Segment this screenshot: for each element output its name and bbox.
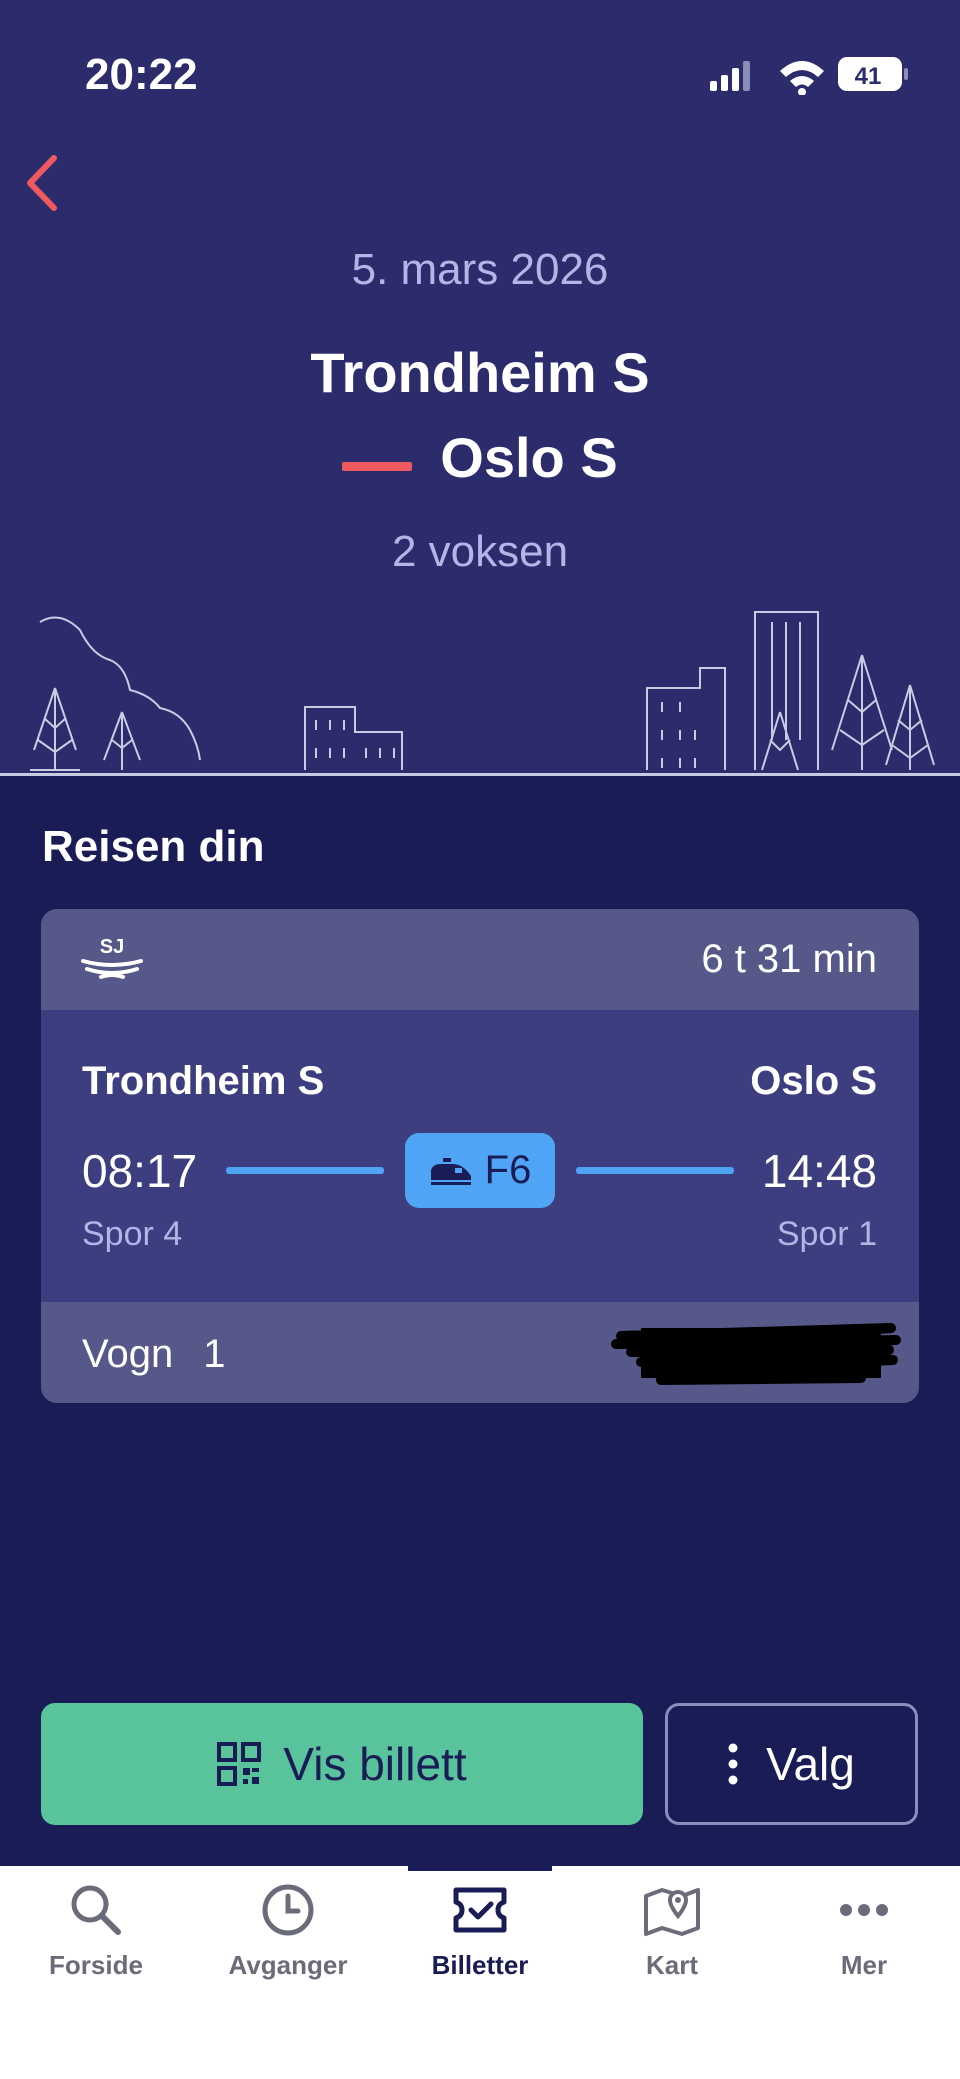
active-tab-indicator [408,1866,552,1871]
route-line-left [226,1167,384,1174]
tab-label: Avganger [228,1950,348,1980]
sj-logo: SJ [81,936,143,979]
tab-avganger[interactable]: Avganger [192,1880,384,1990]
departure-time: 08:17 [82,1145,198,1197]
more-icon [840,1904,888,1916]
qr-code-icon [217,1742,262,1786]
more-vertical-icon [728,1743,738,1785]
route-line-right [576,1167,734,1174]
horizon-divider [0,773,960,776]
options-button[interactable]: Valg [665,1703,918,1825]
train-number: F6 [484,1148,532,1192]
trip-duration: 6 t 31 min [701,937,877,981]
trip-origin: Trondheim S [310,341,650,404]
arrival-station: Oslo S [750,1059,877,1103]
clock-icon [262,1884,314,1936]
wifi-icon [780,61,824,95]
car-number: 1 [203,1332,226,1376]
tab-label: Forside [49,1950,143,1980]
svg-text:41: 41 [855,63,882,90]
skyline-illustration [30,611,935,771]
tab-billetter[interactable]: Billetter [384,1880,576,1990]
show-ticket-button[interactable]: Vis billett [41,1703,643,1825]
status-time: 20:22 [85,50,198,99]
train-badge: F6 [405,1133,555,1208]
departure-station: Trondheim S [82,1059,325,1103]
arrival-platform: Spor 1 [776,1215,877,1253]
show-ticket-label: Vis billett [283,1738,467,1790]
ticket-icon [453,1887,507,1933]
train-icon [430,1157,471,1185]
cellular-signal-icon [710,61,750,91]
journey-card-header: SJ 6 t 31 min [41,909,919,1010]
tab-forside[interactable]: Forside [0,1880,192,1990]
tab-label: Billetter [431,1950,529,1980]
tab-label: Mer [840,1950,888,1980]
route-dash-icon [342,462,413,472]
journey-card[interactable]: SJ 6 t 31 min Trondheim S Oslo S 08:17 F… [41,909,919,1403]
map-icon [644,1888,700,1936]
tab-label: Kart [645,1950,698,1980]
tab-mer[interactable]: Mer [768,1880,960,1990]
journey-card-footer: Vogn 1 [41,1302,919,1403]
car-info: Vogn 1 [82,1332,225,1377]
section-title: Reisen din [42,822,265,871]
tab-kart[interactable]: Kart [576,1880,768,1990]
trip-date: 5. mars 2026 [351,245,609,294]
passenger-count: 2 voksen [391,527,569,576]
trip-destination: Oslo S [440,426,618,489]
departure-platform: Spor 4 [82,1215,183,1253]
options-label: Valg [766,1738,855,1790]
back-chevron-icon[interactable] [18,150,68,216]
redaction-scribble [611,1323,901,1385]
arrival-time: 14:48 [761,1145,877,1197]
search-icon [71,1885,121,1935]
battery-icon: 41 [838,57,908,91]
car-label: Vogn [82,1332,174,1376]
svg-text:SJ: SJ [100,936,124,958]
trip-destination-row: Oslo S [0,425,960,490]
status-icons: 41 [710,57,908,95]
